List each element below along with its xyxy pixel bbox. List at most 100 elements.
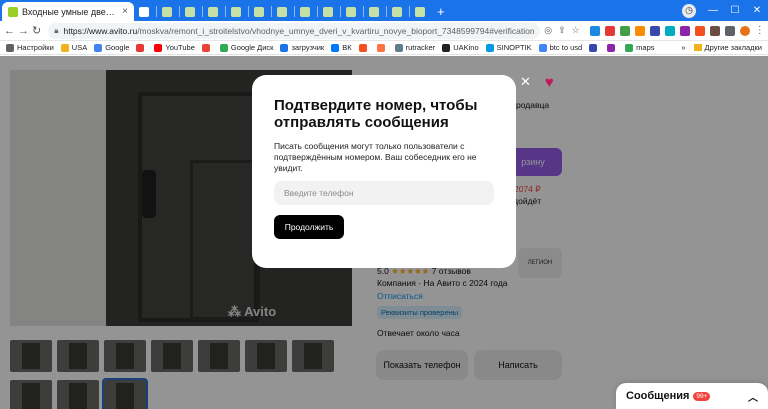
- minimize-button[interactable]: —: [702, 5, 724, 16]
- continue-button[interactable]: Продолжить: [274, 215, 344, 239]
- extension-icon[interactable]: [619, 25, 630, 36]
- extension-icon[interactable]: [664, 25, 675, 36]
- bookmark-favicon-icon: [442, 43, 451, 52]
- bookmark-favicon-icon: [60, 43, 69, 52]
- bookmark-label: UAKino: [453, 43, 479, 52]
- bookmark-star-icon[interactable]: ☆: [572, 25, 580, 36]
- bookmark-favicon-icon: [538, 43, 547, 52]
- new-tab-button[interactable]: +: [432, 2, 450, 21]
- google-lens-icon[interactable]: ◎: [544, 25, 552, 36]
- tab-favicon-icon: [369, 6, 379, 17]
- bookmark-favicon-icon: [607, 43, 616, 52]
- bookmark-label: SINOPTIK: [496, 43, 532, 52]
- extension-icon[interactable]: [604, 25, 615, 36]
- bookmark-label: YouTube: [165, 43, 195, 52]
- tab-14[interactable]: [410, 2, 432, 21]
- tab-8[interactable]: [272, 2, 294, 21]
- bookmark-favicon-icon: [154, 43, 163, 52]
- url-text: https://www.avito.ru/moskva/remont_i_str…: [63, 25, 535, 36]
- tab-favicon-icon: [346, 6, 356, 17]
- tab-active[interactable]: Входные умные двери в квартиру ×: [2, 2, 134, 21]
- tab-11[interactable]: [341, 2, 363, 21]
- forward-arrow-icon[interactable]: →: [18, 25, 29, 37]
- bookmark-item[interactable]: [136, 43, 147, 52]
- bookmark-item[interactable]: UAKino: [442, 43, 479, 52]
- chevron-up-icon[interactable]: ︿: [748, 389, 758, 404]
- tab-6[interactable]: [226, 2, 248, 21]
- omnibox-icons: ◎ ⇪ ☆: [544, 25, 579, 36]
- bookmark-item[interactable]: [358, 43, 370, 52]
- bookmark-item[interactable]: загрузчик: [280, 43, 324, 52]
- avito-favicon-icon: [8, 6, 18, 17]
- tab-13[interactable]: [387, 2, 409, 21]
- bookmark-label: загрузчик: [291, 43, 325, 52]
- extensions-puzzle-icon[interactable]: [724, 25, 735, 36]
- bookmark-item[interactable]: SINOPTIK: [485, 43, 532, 52]
- reload-icon[interactable]: ↻: [32, 24, 41, 37]
- messages-widget[interactable]: Сообщения 99+ ︿: [616, 383, 768, 409]
- browser-toolbar: ← → ↻ 🔒︎ https://www.avito.ru/moskva/rem…: [0, 21, 768, 41]
- tab-9[interactable]: [295, 2, 317, 21]
- close-window-button[interactable]: ✕: [746, 5, 768, 16]
- tab-4[interactable]: [180, 2, 202, 21]
- bookmark-favicon-icon: [219, 43, 228, 52]
- bookmark-label: maps: [636, 43, 655, 52]
- modal-title: Подтвердите номер, чтобы отправлять сооб…: [274, 97, 478, 131]
- bookmark-item[interactable]: Google: [94, 43, 129, 52]
- address-bar[interactable]: 🔒︎ https://www.avito.ru/moskva/remont_i_…: [48, 22, 541, 39]
- other-bookmarks[interactable]: » Другие закладки: [681, 43, 762, 52]
- bookmark-item[interactable]: maps: [625, 43, 655, 52]
- menu-kebab-icon[interactable]: ⋮: [755, 25, 765, 36]
- phone-input[interactable]: [274, 181, 494, 205]
- profile-clock-icon[interactable]: ◷: [682, 3, 696, 18]
- extensions-area: ⋮: [589, 25, 765, 36]
- bookmark-favicon-icon: [94, 43, 103, 52]
- bookmark-item[interactable]: YouTube: [154, 43, 195, 52]
- bookmark-item[interactable]: [607, 43, 618, 52]
- bookmark-item[interactable]: btc to usd: [538, 43, 582, 52]
- bookmark-favicon-icon: [376, 43, 385, 52]
- tab-title: Входные умные двери в квартиру: [22, 6, 118, 17]
- tab-3[interactable]: [157, 2, 179, 21]
- bookmark-item[interactable]: rutracker: [394, 43, 435, 52]
- extension-icon[interactable]: [679, 25, 690, 36]
- profile-avatar-icon[interactable]: [739, 25, 750, 36]
- close-icon[interactable]: ✕: [520, 74, 531, 91]
- tab-12[interactable]: [364, 2, 386, 21]
- extension-icon[interactable]: [709, 25, 720, 36]
- tab-2[interactable]: [134, 2, 156, 21]
- tab-5[interactable]: [203, 2, 225, 21]
- tab-favicon-icon: [392, 6, 402, 17]
- bookmark-item[interactable]: [376, 43, 388, 52]
- bookmark-item[interactable]: ВК: [331, 43, 352, 52]
- verify-phone-modal: Подтвердите номер, чтобы отправлять сооб…: [252, 75, 516, 268]
- bookmark-item[interactable]: [589, 43, 600, 52]
- tab-close-icon[interactable]: ×: [122, 6, 128, 17]
- bookmark-item[interactable]: Google Диск: [219, 43, 273, 52]
- tab-favicon-icon: [231, 6, 241, 17]
- bookmark-label: USA: [71, 43, 88, 52]
- tab-favicon-icon: [254, 6, 264, 17]
- tab-favicon-icon: [415, 6, 425, 17]
- bookmark-favicon-icon: [358, 43, 367, 52]
- back-arrow-icon[interactable]: ←: [4, 25, 15, 37]
- bookmark-item[interactable]: USA: [60, 43, 88, 52]
- bookmark-favicon-icon: [331, 43, 340, 52]
- extension-icon[interactable]: [649, 25, 660, 36]
- bookmark-label: Google: [105, 43, 130, 52]
- bookmark-favicon-icon: [280, 43, 289, 52]
- bookmark-label: Настройки: [17, 43, 54, 52]
- more-bookmarks-icon[interactable]: »: [681, 43, 685, 52]
- extension-icon[interactable]: [589, 25, 600, 36]
- extension-icon[interactable]: [634, 25, 645, 36]
- share-icon[interactable]: ⇪: [558, 25, 566, 36]
- modal-description: Писать сообщения могут только пользовате…: [274, 141, 477, 173]
- maximize-button[interactable]: ☐: [724, 5, 746, 16]
- bookmark-item[interactable]: [201, 43, 213, 52]
- tab-10[interactable]: [318, 2, 340, 21]
- tab-7[interactable]: [249, 2, 271, 21]
- bookmark-item[interactable]: Настройки: [6, 43, 54, 52]
- favorite-heart-icon[interactable]: ♥: [545, 74, 554, 91]
- folder-icon: [693, 44, 702, 51]
- extension-icon[interactable]: [694, 25, 705, 36]
